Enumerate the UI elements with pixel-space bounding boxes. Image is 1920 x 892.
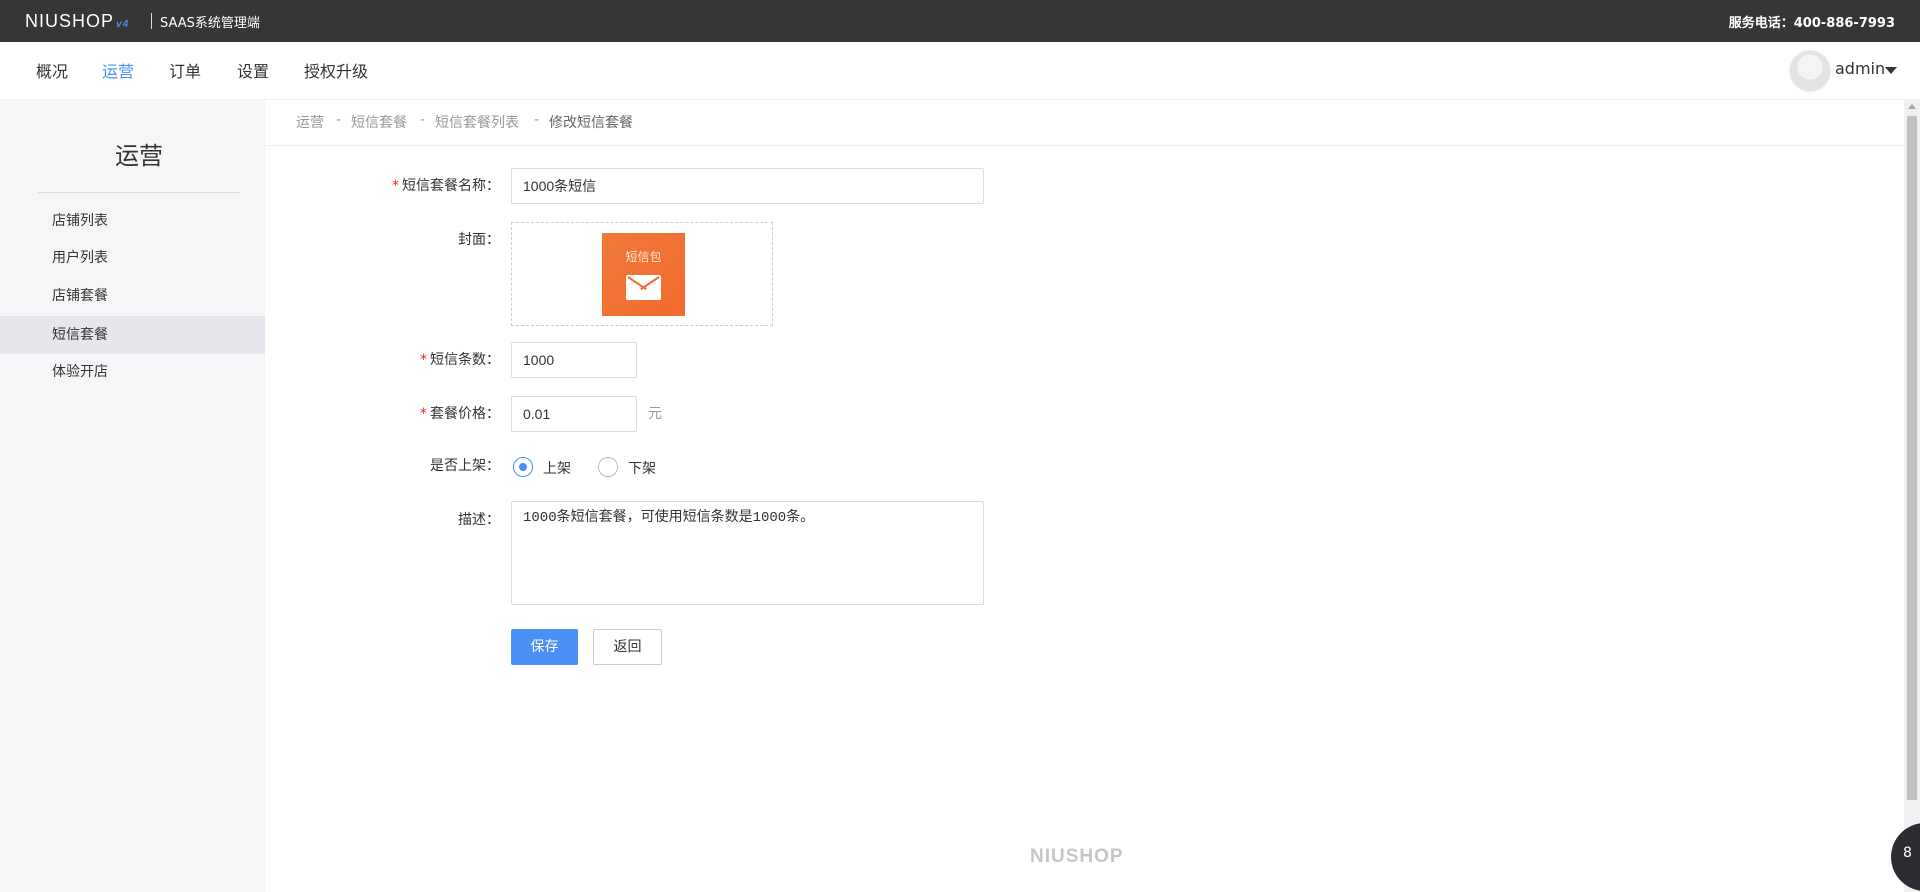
breadcrumb-sms-package[interactable]: 短信套餐 <box>351 112 407 132</box>
nav-license-upgrade[interactable]: 授权升级 <box>304 58 368 82</box>
top-bar: NIUSHOP v4 SAAS系统管理端 服务电话：400-886-7993 <box>0 0 1920 42</box>
chevron-down-icon[interactable] <box>1885 67 1897 74</box>
logo-divider <box>151 13 152 29</box>
package-name-input[interactable] <box>511 168 984 204</box>
envelope-icon <box>626 275 661 300</box>
breadcrumb-separator: - <box>534 112 540 128</box>
package-name-label: * 短信套餐名称： <box>392 178 500 194</box>
sidebar-item-trial-shop[interactable]: 体验开店 <box>0 353 265 391</box>
main-nav: 概况 运营 订单 设置 授权升级 admin <box>0 42 1920 100</box>
breadcrumb-sms-package-list[interactable]: 短信套餐列表 <box>435 112 519 132</box>
breadcrumb-separator: - <box>336 112 342 128</box>
listing-status-label: 是否上架： <box>430 458 500 474</box>
required-mark: * <box>392 178 399 194</box>
breadcrumb: 运营 - 短信套餐 - 短信套餐列表 - 修改短信套餐 <box>266 100 1904 146</box>
niushop-logo[interactable]: NIUSHOP v4 <box>25 11 129 32</box>
system-subtitle: SAAS系统管理端 <box>160 16 260 31</box>
floating-help-button[interactable]: 8 <box>1891 823 1920 891</box>
sidebar-item-user-list[interactable]: 用户列表 <box>0 239 265 277</box>
nav-orders[interactable]: 订单 <box>169 58 201 82</box>
radio-unlisted[interactable] <box>598 457 618 477</box>
required-mark: * <box>420 352 427 368</box>
back-button[interactable]: 返回 <box>593 629 662 665</box>
footer-logo: NIUSHOP <box>1030 846 1124 867</box>
description-label: 描述： <box>458 512 500 528</box>
cover-label: 封面： <box>458 232 500 248</box>
sidebar-item-sms-package[interactable]: 短信套餐 <box>0 316 265 354</box>
cover-upload[interactable]: 短信包 <box>511 222 773 326</box>
cover-image: 短信包 <box>602 233 685 316</box>
sidebar-item-shop-package[interactable]: 店铺套餐 <box>0 277 265 315</box>
sidebar-item-shop-list[interactable]: 店铺列表 <box>0 202 265 240</box>
service-hotline: 服务电话：400-886-7993 <box>1728 16 1895 31</box>
user-name[interactable]: admin <box>1835 59 1885 78</box>
sms-count-input[interactable] <box>511 342 637 378</box>
nav-operation[interactable]: 运营 <box>102 58 134 82</box>
cover-image-text: 短信包 <box>625 250 662 264</box>
save-button[interactable]: 保存 <box>511 629 578 665</box>
nav-settings[interactable]: 设置 <box>237 58 269 82</box>
sidebar: 运营 店铺列表 用户列表 店铺套餐 短信套餐 体验开店 <box>0 100 265 892</box>
sidebar-title: 运营 <box>115 142 163 170</box>
scroll-thumb[interactable] <box>1907 116 1917 800</box>
breadcrumb-current: 修改短信套餐 <box>549 115 633 131</box>
package-price-input[interactable] <box>511 396 637 432</box>
radio-listed-label[interactable]: 上架 <box>543 458 571 478</box>
package-price-label: * 套餐价格： <box>420 406 500 422</box>
user-avatar[interactable] <box>1789 50 1831 92</box>
sidebar-divider <box>38 192 240 193</box>
breadcrumb-operation[interactable]: 运营 <box>296 112 324 132</box>
nav-overview[interactable]: 概况 <box>36 58 68 82</box>
price-unit: 元 <box>648 406 662 422</box>
radio-listed[interactable] <box>513 457 533 477</box>
description-textarea[interactable]: 1000条短信套餐，可使用短信条数是1000条。 <box>511 501 984 605</box>
breadcrumb-separator: - <box>420 112 426 128</box>
sms-count-label: * 短信条数： <box>420 352 500 368</box>
required-mark: * <box>420 406 427 422</box>
scroll-up-icon[interactable] <box>1908 104 1916 109</box>
page-scrollbar[interactable] <box>1904 100 1920 892</box>
radio-unlisted-label[interactable]: 下架 <box>628 458 656 478</box>
